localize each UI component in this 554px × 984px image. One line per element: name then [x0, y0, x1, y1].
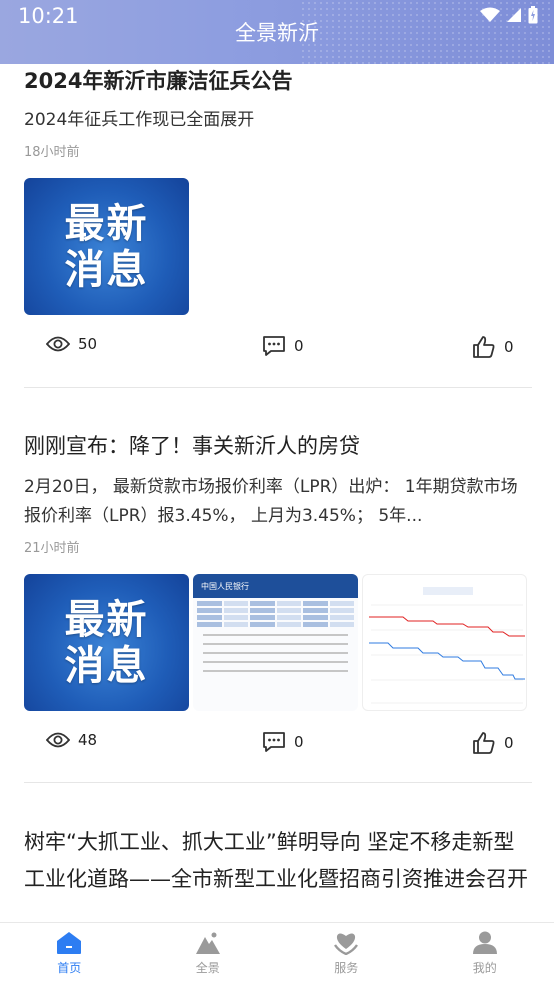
post-divider — [24, 387, 532, 388]
post-title[interactable]: 2024年新沂市廉洁征兵公告 — [24, 64, 532, 98]
nav-home[interactable]: 首页 — [0, 923, 139, 984]
post-divider — [24, 782, 532, 783]
doc-header-bar: 中国人民银行 — [193, 574, 358, 598]
comment-button[interactable]: 0 — [262, 335, 304, 357]
news-post[interactable]: 2024年新沂市廉洁征兵公告 2024年征兵工作现已全面展开 18小时前 最新 … — [24, 64, 532, 377]
post-thumbnails: 最新 消息 — [24, 178, 532, 315]
post-actions: 48 0 0 — [24, 713, 532, 773]
chart-thumbnail[interactable] — [362, 574, 527, 711]
mountain-icon — [195, 932, 220, 954]
news-post[interactable]: 树牢“大抓工业、抓大工业”鲜明导向 坚定不移走新型工业化道路——全市新型工业化暨… — [24, 824, 532, 898]
post-summary: 2024年征兵工作现已全面展开 — [24, 110, 255, 130]
bottom-navigation: 首页 全景 服务 我的 — [0, 922, 554, 984]
views-count: 48 — [46, 731, 97, 749]
page-title: 全景新沂 — [235, 21, 319, 45]
nav-profile-label: 我的 — [472, 961, 497, 975]
post-title[interactable]: 刚刚宣布：降了！事关新沂人的房贷 — [24, 429, 532, 463]
doc-table — [197, 601, 354, 627]
views-value: 48 — [78, 731, 98, 749]
thumb-text-line2: 消息 — [64, 642, 149, 689]
thumbs-up-icon — [473, 336, 495, 358]
user-icon — [472, 931, 497, 954]
nav-service[interactable]: 服务 — [277, 923, 416, 984]
document-thumbnail[interactable]: 中国人民银行 — [193, 574, 358, 711]
thumbs-up-icon — [473, 732, 495, 754]
post-time: 21小时前 — [24, 541, 80, 556]
post-thumbnails: 最新 消息 中国人民银行 — [24, 574, 532, 711]
likes-value: 0 — [504, 338, 514, 356]
comments-value: 0 — [294, 337, 304, 355]
home-icon — [57, 932, 82, 954]
comment-icon — [263, 336, 285, 356]
thumb-text-line1: 最新 — [64, 200, 149, 247]
thumb-text-line2: 消息 — [64, 246, 149, 293]
views-count: 50 — [46, 335, 97, 353]
post-actions: 50 0 0 — [24, 317, 532, 377]
nav-service-label: 服务 — [334, 961, 359, 975]
eye-icon — [46, 336, 70, 352]
thumb-text-line1: 最新 — [64, 596, 149, 643]
nav-home-label: 首页 — [57, 961, 82, 975]
likes-value: 0 — [504, 734, 514, 752]
post-time: 18小时前 — [24, 145, 80, 160]
like-button[interactable]: 0 — [472, 731, 514, 755]
comments-value: 0 — [294, 733, 304, 751]
views-value: 50 — [78, 335, 98, 353]
app-header: 10:21 全景新沂 — [0, 0, 554, 64]
news-thumbnail[interactable]: 最新 消息 — [24, 178, 189, 315]
comment-button[interactable]: 0 — [262, 731, 304, 753]
doc-text-lines — [193, 634, 358, 672]
doc-header-text: 中国人民银行 — [201, 582, 249, 591]
nav-panorama-label: 全景 — [195, 961, 220, 975]
eye-icon — [46, 732, 70, 748]
news-feed[interactable]: 2024年新沂市廉洁征兵公告 2024年征兵工作现已全面展开 18小时前 最新 … — [0, 64, 554, 922]
rate-chart-graphic — [369, 587, 525, 704]
like-button[interactable]: 0 — [472, 335, 514, 359]
comment-icon — [263, 732, 285, 752]
post-title[interactable]: 树牢“大抓工业、抓大工业”鲜明导向 坚定不移走新型工业化道路——全市新型工业化暨… — [24, 824, 532, 898]
service-heart-icon — [334, 933, 359, 955]
nav-profile[interactable]: 我的 — [416, 923, 554, 984]
nav-panorama[interactable]: 全景 — [139, 923, 278, 984]
news-thumbnail[interactable]: 最新 消息 — [24, 574, 189, 711]
post-summary: 2月20日， 最新贷款市场报价利率（LPR）出炉： 1年期贷款市场 报价利率（L… — [24, 477, 518, 526]
news-post[interactable]: 刚刚宣布：降了！事关新沂人的房贷 2月20日， 最新贷款市场报价利率（LPR）出… — [24, 429, 532, 773]
